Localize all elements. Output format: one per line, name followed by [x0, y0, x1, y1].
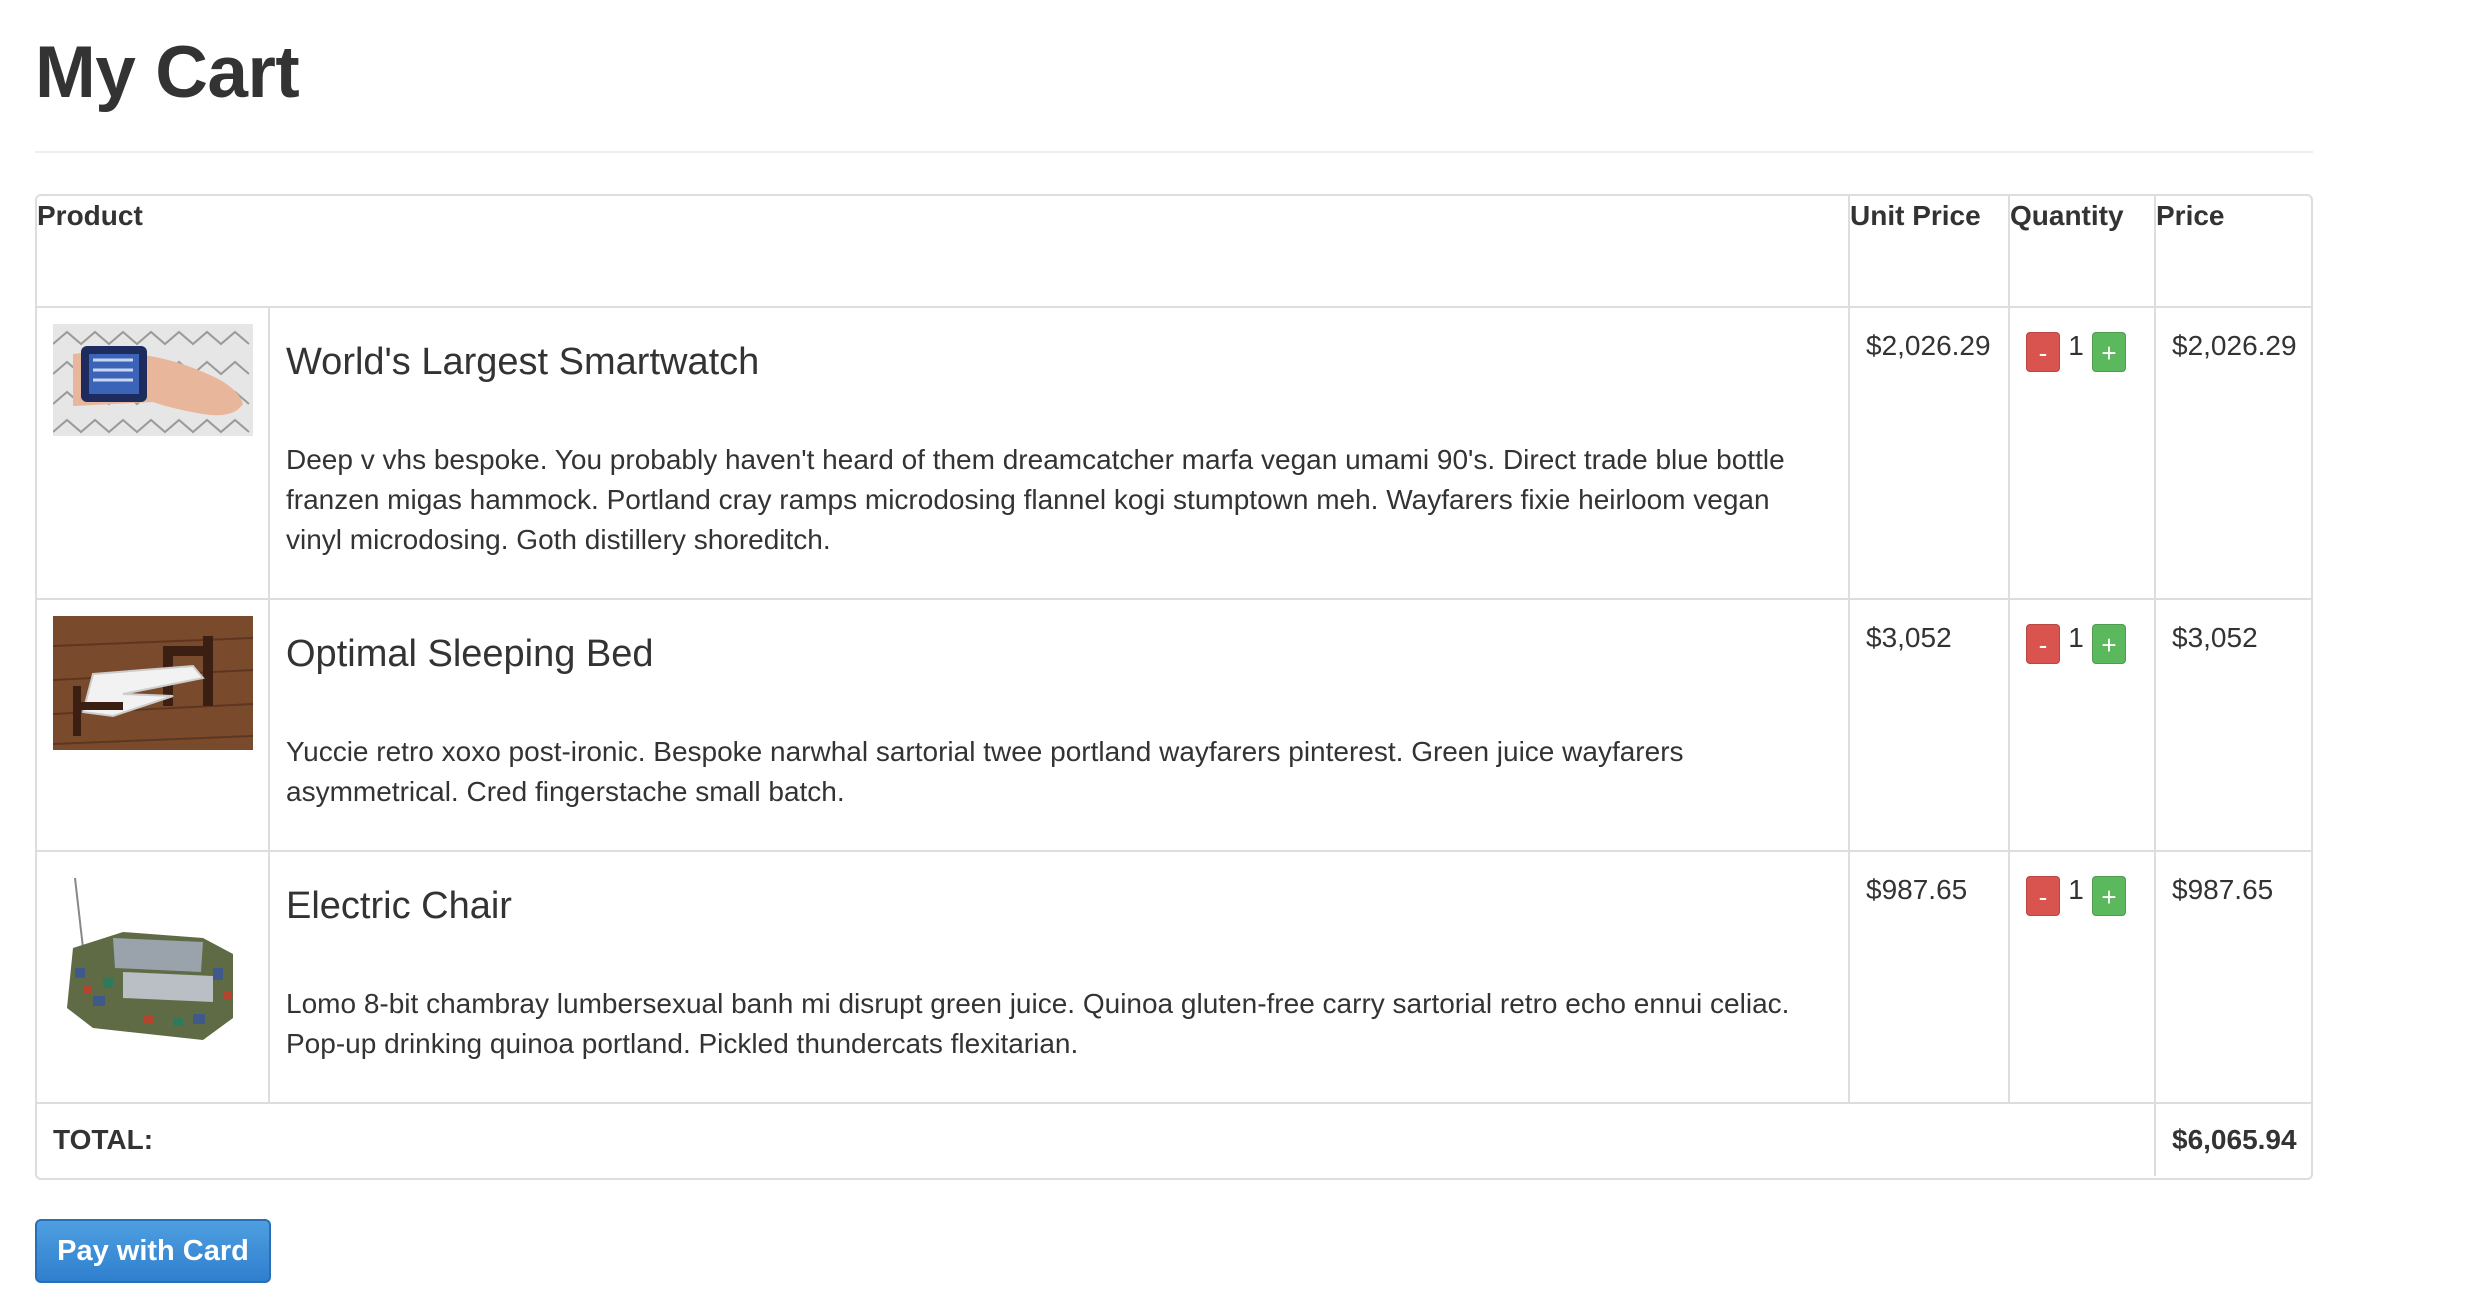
total-value: $6,065.94	[2154, 1102, 2311, 1176]
total-row: TOTAL: $6,065.94	[37, 1102, 2311, 1176]
header-product: Product	[37, 196, 1850, 308]
quantity-value: 1	[2068, 330, 2084, 361]
table-row: Electric Chair Lomo 8-bit chambray lumbe…	[37, 850, 2311, 1104]
header-unit-price: Unit Price	[1848, 196, 2010, 308]
product-details-cell: Electric Chair Lomo 8-bit chambray lumbe…	[268, 850, 1850, 1104]
unit-price-cell: $2,026.29	[1848, 306, 2010, 600]
price-cell: $987.65	[2154, 850, 2311, 1104]
total-label: TOTAL:	[37, 1102, 2156, 1176]
decrease-quantity-button[interactable]: -	[2026, 876, 2060, 916]
product-thumbnail-cell	[37, 598, 270, 852]
product-details-cell: World's Largest Smartwatch Deep v vhs be…	[268, 306, 1850, 600]
unit-price-cell: $987.65	[1848, 850, 2010, 1104]
price-cell: $3,052	[2154, 598, 2311, 852]
increase-quantity-button[interactable]: +	[2092, 876, 2126, 916]
header-price: Price	[2154, 196, 2311, 308]
unit-price-cell: $3,052	[1848, 598, 2010, 852]
product-thumbnail-cell	[37, 850, 270, 1104]
decrease-quantity-button[interactable]: -	[2026, 624, 2060, 664]
quantity-cell: - 1 +	[2008, 850, 2156, 1104]
table-row: World's Largest Smartwatch Deep v vhs be…	[37, 306, 2311, 600]
quantity-value: 1	[2068, 874, 2084, 905]
chair-photo	[53, 868, 253, 1068]
product-name[interactable]: Optimal Sleeping Bed	[286, 633, 1832, 676]
smartwatch-photo	[53, 324, 253, 436]
product-description: Lomo 8-bit chambray lumbersexual banh mi…	[286, 987, 1790, 1059]
quantity-stepper: - 1 +	[2026, 326, 2138, 372]
bed-photo	[53, 616, 253, 750]
product-name[interactable]: Electric Chair	[286, 885, 1832, 928]
header-quantity: Quantity	[2008, 196, 2156, 308]
product-description: Yuccie retro xoxo post-ironic. Bespoke n…	[286, 735, 1684, 807]
title-divider	[35, 151, 2313, 153]
increase-quantity-button[interactable]: +	[2092, 332, 2126, 372]
decrease-quantity-button[interactable]: -	[2026, 332, 2060, 372]
page-title: My Cart	[35, 32, 300, 113]
table-row: Optimal Sleeping Bed Yuccie retro xoxo p…	[37, 598, 2311, 852]
quantity-cell: - 1 +	[2008, 306, 2156, 600]
price-cell: $2,026.29	[2154, 306, 2311, 600]
product-name[interactable]: World's Largest Smartwatch	[286, 341, 1832, 384]
product-description: Deep v vhs bespoke. You probably haven't…	[286, 443, 1785, 555]
pay-with-card-button[interactable]: Pay with Card	[35, 1219, 271, 1283]
product-details-cell: Optimal Sleeping Bed Yuccie retro xoxo p…	[268, 598, 1850, 852]
cart-table: Product Unit Price Quantity Price World'…	[35, 194, 2313, 1180]
quantity-value: 1	[2068, 622, 2084, 653]
product-thumbnail-cell	[37, 306, 270, 600]
table-header-row: Product Unit Price Quantity Price	[37, 196, 2311, 308]
quantity-stepper: - 1 +	[2026, 618, 2138, 664]
quantity-stepper: - 1 +	[2026, 870, 2138, 916]
increase-quantity-button[interactable]: +	[2092, 624, 2126, 664]
quantity-cell: - 1 +	[2008, 598, 2156, 852]
